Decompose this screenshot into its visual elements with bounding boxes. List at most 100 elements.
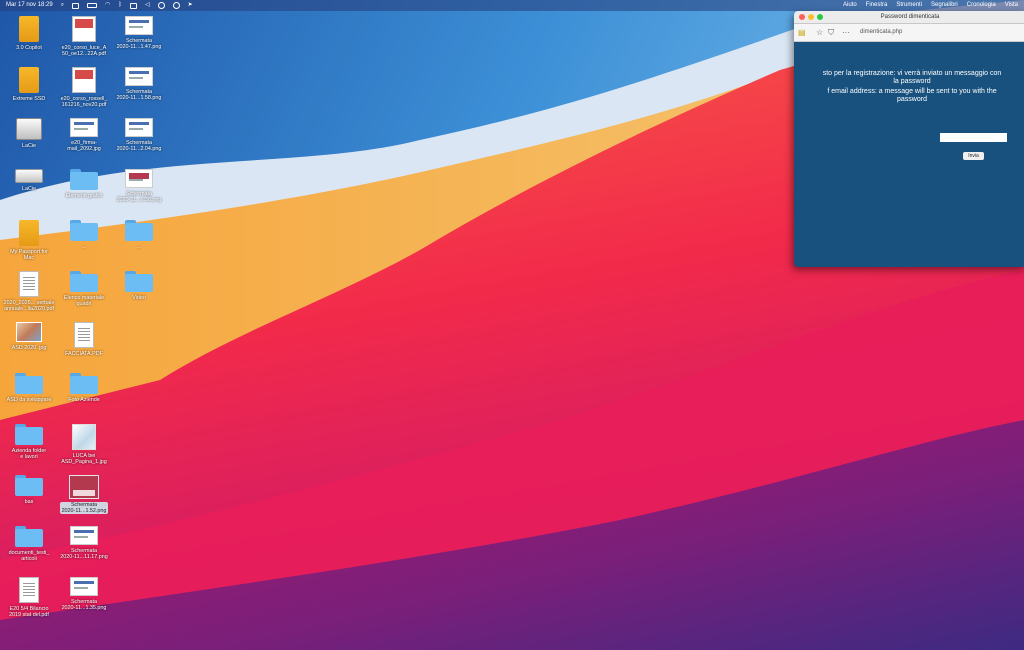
zoom-window-button[interactable]: [817, 14, 823, 20]
desktop-icon-label: Foto Aziende: [68, 397, 100, 403]
control-center-icon[interactable]: [72, 2, 80, 9]
icon-firma-jpg[interactable]: e20_firma- mail_2092.jpg: [56, 118, 112, 152]
icon-my-passport[interactable]: My Passport for Mac: [1, 220, 57, 261]
drive-icon: [19, 220, 39, 246]
user-icon[interactable]: [157, 2, 165, 9]
location-icon[interactable]: ➤: [188, 0, 193, 11]
window-title: Password dimenticata: [880, 14, 940, 20]
icon-3d-copilot[interactable]: 3.0 Copilot: [1, 16, 57, 51]
file-icon: [72, 16, 96, 42]
drive-icon: [15, 169, 43, 183]
menu-strumenti[interactable]: Strumenti: [896, 0, 922, 11]
icon-extreme-ssd[interactable]: Extreme SSD: [1, 67, 57, 102]
desktop-icon-label: Elementi grafici: [65, 193, 103, 199]
bluetooth-icon[interactable]: ᛒ: [118, 0, 122, 11]
icon-schermata-selected[interactable]: Schermata 2020-11...1.52.png: [56, 475, 112, 517]
file-icon: [19, 577, 39, 603]
desktop-icon-label: Extreme SSD: [12, 96, 46, 102]
icon-corso-rossi-pdf[interactable]: e20_corso_rossell_ 161216_nov20.pdf: [56, 67, 112, 108]
folder-icon: [70, 169, 98, 190]
screen-mirror-icon[interactable]: [129, 2, 137, 9]
icon-lacie-1[interactable]: LaCie: [1, 118, 57, 149]
icon-foto-aziende[interactable]: Foto Aziende: [56, 373, 112, 403]
icon-bas[interactable]: bas: [1, 475, 57, 505]
icon-schermata-f[interactable]: Schermata 2020-11...6.38.png: [111, 169, 167, 203]
icon-azienda-folder[interactable]: Azienda folder e lavori: [1, 424, 57, 460]
drive-icon: [19, 67, 39, 93]
desktop-icon-label: 2020_2026... verbale annuale...lla2020.p…: [3, 300, 55, 312]
desktop-icon-label: Schermata 2020-11...1.35.png: [61, 599, 107, 611]
icon-facciata-pdf[interactable]: FACCIATA.PDF: [56, 322, 112, 357]
desktop-icon-label: My Passport for Mac: [10, 249, 48, 261]
focus-icon[interactable]: [172, 2, 180, 9]
icon-luca-pagina[interactable]: LUCA bei ASD_Pagina_1.jpg: [56, 424, 112, 465]
menu-vista[interactable]: Vista: [1005, 0, 1018, 11]
desktop-icon-label: Azienda folder e lavori: [11, 448, 47, 460]
folder-icon: [70, 220, 98, 241]
desktop-icon-label: LaCie: [21, 186, 37, 192]
icon-folder-b[interactable]: ...: [111, 220, 167, 250]
menu-finestra[interactable]: Finestra: [866, 0, 888, 11]
desktop-icon-label: bas: [24, 499, 34, 505]
desktop-icon-label: E20 5/4 Bilancio 2019 stat del.pdf: [9, 606, 49, 618]
file-icon: [125, 67, 153, 86]
desktop-icon-label: Video: [132, 295, 146, 301]
datetime-clock[interactable]: Mar 17 nov 18:29: [6, 0, 53, 11]
icon-schermata-e[interactable]: Schermata 2020-11...2.04.png: [111, 118, 167, 152]
file-icon: [19, 271, 39, 297]
desktop-icon-label: ...: [81, 244, 87, 250]
folder-icon: [125, 220, 153, 241]
minimize-window-button[interactable]: [808, 14, 814, 20]
url-bar[interactable]: dimenticata.php: [860, 29, 902, 35]
menu-segnalibri[interactable]: Segnalibri: [931, 0, 958, 11]
file-icon: [70, 526, 98, 545]
desktop-icon-label: ASD 2020 .jpg: [11, 345, 47, 351]
message-english: f email address: a message will be sent …: [827, 88, 997, 103]
folder-icon: [15, 373, 43, 394]
send-button[interactable]: Invia: [963, 152, 984, 160]
folder-icon: [15, 526, 43, 547]
icon-elenco-materiale[interactable]: Elenco materiale quadri: [56, 271, 112, 307]
close-window-button[interactable]: [799, 14, 805, 20]
file-icon: [74, 322, 94, 348]
folder-icon: [70, 373, 98, 394]
menu-aiuto[interactable]: Aiuto: [843, 0, 857, 11]
volume-icon[interactable]: ◁: [145, 0, 150, 11]
icon-schermata-a[interactable]: Schermata 2020-11...11.17.png: [56, 526, 112, 560]
bookmark-star-icon[interactable]: ☆: [816, 28, 823, 37]
desktop-icon-label: e20_corso_luce_A 50_oe12...22A.pdf: [61, 45, 107, 57]
icon-folder-a[interactable]: ...: [56, 220, 112, 250]
email-field[interactable]: [940, 133, 1007, 142]
drive-icon: [16, 118, 42, 140]
message-italian: sto per la registrazione: vi verrà invia…: [822, 70, 1002, 85]
file-icon: [72, 67, 96, 93]
icon-lacie-2[interactable]: LaCie: [1, 169, 57, 192]
desktop-icon-label: documenti_testi_ articoli: [8, 550, 50, 562]
icon-corso-luce-pdf[interactable]: e20_corso_luce_A 50_oe12...22A.pdf: [56, 16, 112, 57]
file-icon: [70, 577, 98, 596]
battery-icon[interactable]: [87, 3, 98, 8]
folder-icon: [125, 271, 153, 292]
more-options-icon[interactable]: ···: [842, 28, 850, 37]
desktop-icon-label: 3.0 Copilot: [16, 45, 42, 51]
spotlight-icon[interactable]: ⌕: [61, 0, 64, 11]
desktop-icon-label: ...: [136, 244, 142, 250]
icon-video[interactable]: Video: [111, 271, 167, 301]
icon-schermata-b[interactable]: Schermata 2020-11...1.35.png: [56, 577, 112, 611]
icon-asd-2020-jpg[interactable]: ASD 2020 .jpg: [1, 322, 57, 351]
shield-icon[interactable]: ⛉: [828, 28, 834, 37]
icon-e20-bilancio[interactable]: E20 5/4 Bilancio 2019 stat del.pdf: [1, 577, 57, 618]
wifi-icon[interactable]: ◠: [105, 0, 110, 11]
icon-verbale-pdf[interactable]: 2020_2026... verbale annuale...lla2020.p…: [1, 271, 57, 312]
file-icon: [72, 424, 96, 450]
desktop-icon-label: FACCIATA.PDF: [65, 351, 103, 357]
icon-documenti-testi[interactable]: documenti_testi_ articoli: [1, 526, 57, 562]
extension-icon[interactable]: ▤: [798, 28, 806, 37]
icon-asd-sviluppo[interactable]: ASD da sviluppare: [1, 373, 57, 403]
icon-elementi-grafici[interactable]: Elementi grafici: [56, 169, 112, 199]
menu-cronologia[interactable]: Cronologia: [967, 0, 996, 11]
icon-schermata-d[interactable]: Schermata 2020-11...1.58.png: [111, 67, 167, 101]
icon-schermata-c[interactable]: Schermata 2020-11...1.47.png: [111, 16, 167, 50]
file-icon: [16, 322, 42, 342]
desktop-icon-label: Elenco materiale quadri: [63, 295, 105, 307]
